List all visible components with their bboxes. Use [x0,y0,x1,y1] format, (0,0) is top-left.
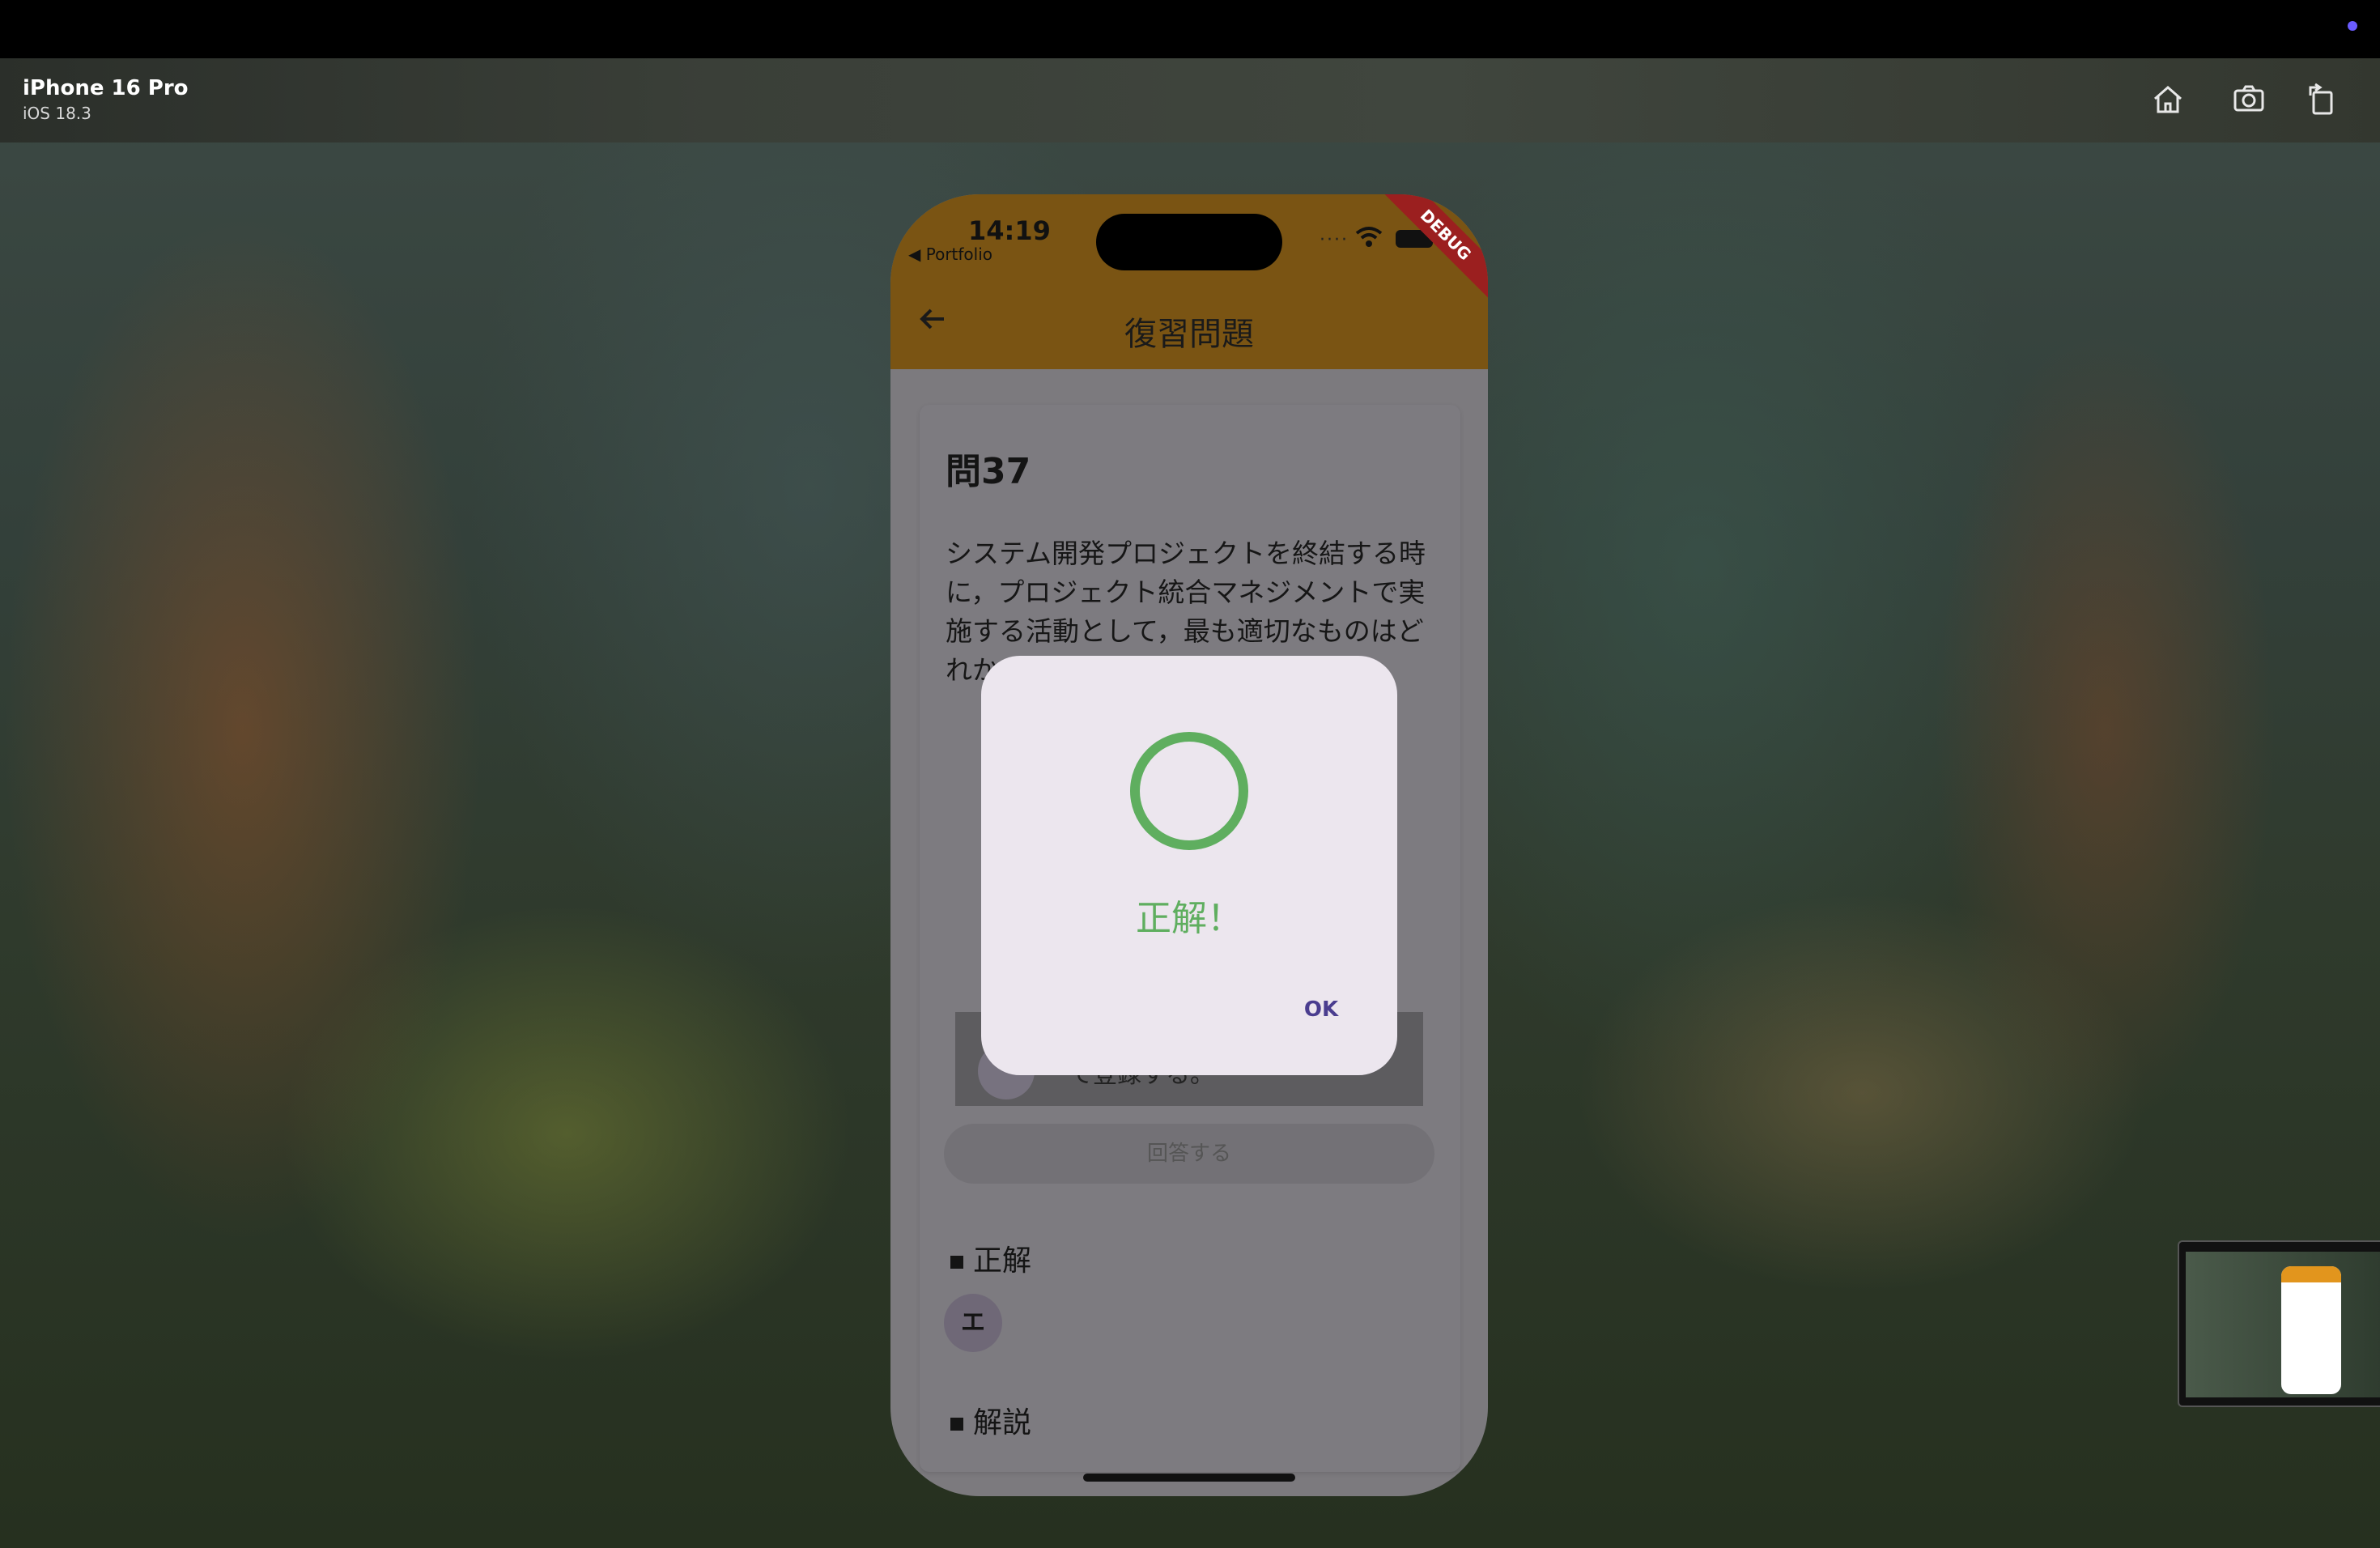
result-dialog: 正解！ OK [981,656,1397,1075]
ok-button[interactable]: OK [1290,988,1352,1031]
mac-menu-bar [0,0,2380,58]
screenshot-button[interactable] [2226,76,2272,121]
correct-circle-icon [1130,732,1248,850]
explanation-heading-label: 解説 [973,1406,1032,1440]
question-number: 問37 [946,451,1031,492]
square-bullet-icon [950,1418,963,1431]
correct-heading-label: 正解 [973,1244,1032,1278]
home-indicator [1083,1474,1295,1482]
dynamic-island [1096,214,1282,270]
thumbnail-phone [2281,1266,2341,1394]
back-to-app-link[interactable]: ◀ Portfolio [908,245,992,264]
answer-button[interactable]: 回答する [944,1124,1434,1184]
signal-icon: ···· [1320,230,1349,250]
debug-banner: DEBUG [1372,194,1488,308]
home-icon [2154,86,2182,113]
result-message: 正解！ [1136,898,1243,939]
app-bar: 14:19 ◀ Portfolio ···· DEBUG 復習問題 [890,194,1488,369]
screenshot-icon [2233,85,2264,112]
correct-section-heading: 正解 [950,1237,1031,1279]
simulator-toolbar: iPhone 16 Pro iOS 18.3 [0,58,2380,142]
rotate-icon [2309,83,2333,115]
explanation-section-heading: 解説 [950,1399,1031,1441]
screenshot-thumbnail[interactable] [2178,1240,2380,1407]
device-name: iPhone 16 Pro [23,76,189,100]
home-button[interactable] [2145,76,2191,121]
correct-answer-badge: エ [944,1294,1002,1352]
wifi-icon [1355,227,1383,247]
rotate-button[interactable] [2299,76,2344,121]
thumbnail-header [2281,1266,2341,1282]
os-version: iOS 18.3 [23,104,91,123]
square-bullet-icon [950,1256,963,1269]
indicator-dot [2348,21,2357,31]
status-time: 14:19 [968,215,1051,246]
page-title: 復習問題 [1124,316,1254,353]
thumbnail-image [2186,1252,2380,1397]
